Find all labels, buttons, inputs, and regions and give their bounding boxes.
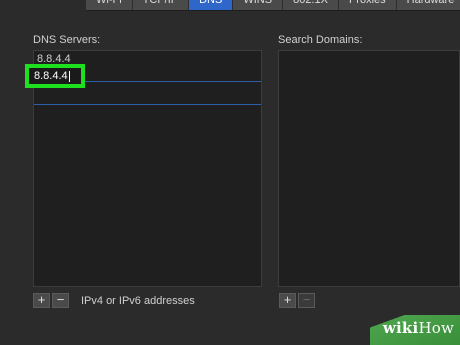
search-domains-list[interactable] — [278, 50, 460, 287]
add-dns-server-button[interactable]: + — [33, 293, 50, 308]
add-search-domain-button[interactable]: + — [279, 293, 296, 308]
text-caret — [68, 70, 70, 82]
remove-search-domain-button: − — [298, 293, 315, 308]
dns-address-hint: IPv4 or IPv6 addresses — [81, 295, 195, 307]
tab-hardware[interactable]: Hardware — [397, 0, 460, 10]
tab-dns[interactable]: DNS — [189, 0, 234, 10]
search-domains-label: Search Domains: — [278, 34, 363, 46]
tab-wins[interactable]: WINS — [233, 0, 284, 10]
wikihow-watermark: wikiHow — [370, 315, 460, 345]
tab-tcpip[interactable]: TCP/IP — [133, 0, 190, 10]
remove-dns-server-button[interactable]: − — [52, 293, 69, 308]
wikihow-logo: wikiHow — [382, 319, 454, 337]
dns-server-edit-value: 8.8.4.4 — [34, 70, 68, 82]
tab-bar: Wi-Fi TCP/IP DNS WINS 802.1X Proxies Har… — [86, 0, 460, 11]
tab-8021x[interactable]: 802.1X — [283, 0, 339, 10]
tab-wifi[interactable]: Wi-Fi — [86, 0, 133, 10]
tab-proxies[interactable]: Proxies — [339, 0, 397, 10]
dns-servers-label: DNS Servers: — [33, 34, 101, 46]
dns-server-edit-input[interactable]: 8.8.4.4 — [25, 64, 85, 88]
